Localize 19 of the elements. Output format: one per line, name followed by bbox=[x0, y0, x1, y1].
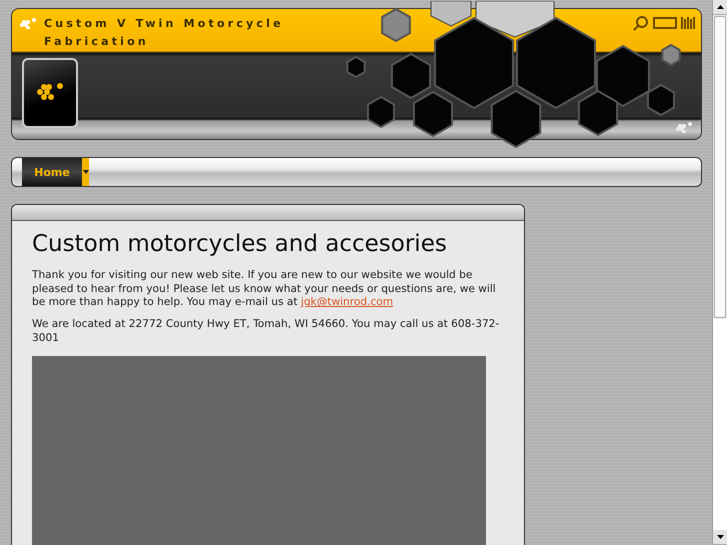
logo-icon bbox=[19, 17, 37, 29]
scroll-thumb[interactable] bbox=[714, 16, 726, 318]
down-arrow-icon bbox=[716, 535, 724, 539]
page-heading: Custom motorcycles and accesories bbox=[32, 231, 448, 257]
scrollbar[interactable] bbox=[712, 0, 727, 545]
up-arrow-icon bbox=[716, 5, 724, 9]
dots-icon bbox=[675, 121, 693, 133]
bars-icon[interactable] bbox=[681, 17, 695, 29]
scroll-up-button[interactable] bbox=[713, 0, 727, 15]
paragraph: We are located at 22772 County Hwy ET, Tomah, WI 54660. You may call us at 608-372-3001 bbox=[32, 318, 500, 346]
caret-icon bbox=[82, 170, 88, 174]
dropdown-toggle[interactable] bbox=[82, 158, 89, 186]
scroll-down-button[interactable] bbox=[713, 530, 727, 545]
email-link[interactable]: jgk@twinrod.com bbox=[300, 296, 394, 308]
rectangle-icon[interactable] bbox=[653, 17, 677, 29]
paragraph: Thank you for visiting our new web site. If you are new to our website we would be pleased to hear from you! Please let us know what your needs or questions are, we will be more than happy to help. You may e-mail us at jgk@twinrod.com bbox=[32, 269, 497, 310]
search-icon[interactable] bbox=[633, 15, 649, 31]
site-title: Custom V Twin Motorcycle Fabrication bbox=[44, 16, 285, 50]
nav-tab[interactable]: Home bbox=[22, 158, 82, 186]
